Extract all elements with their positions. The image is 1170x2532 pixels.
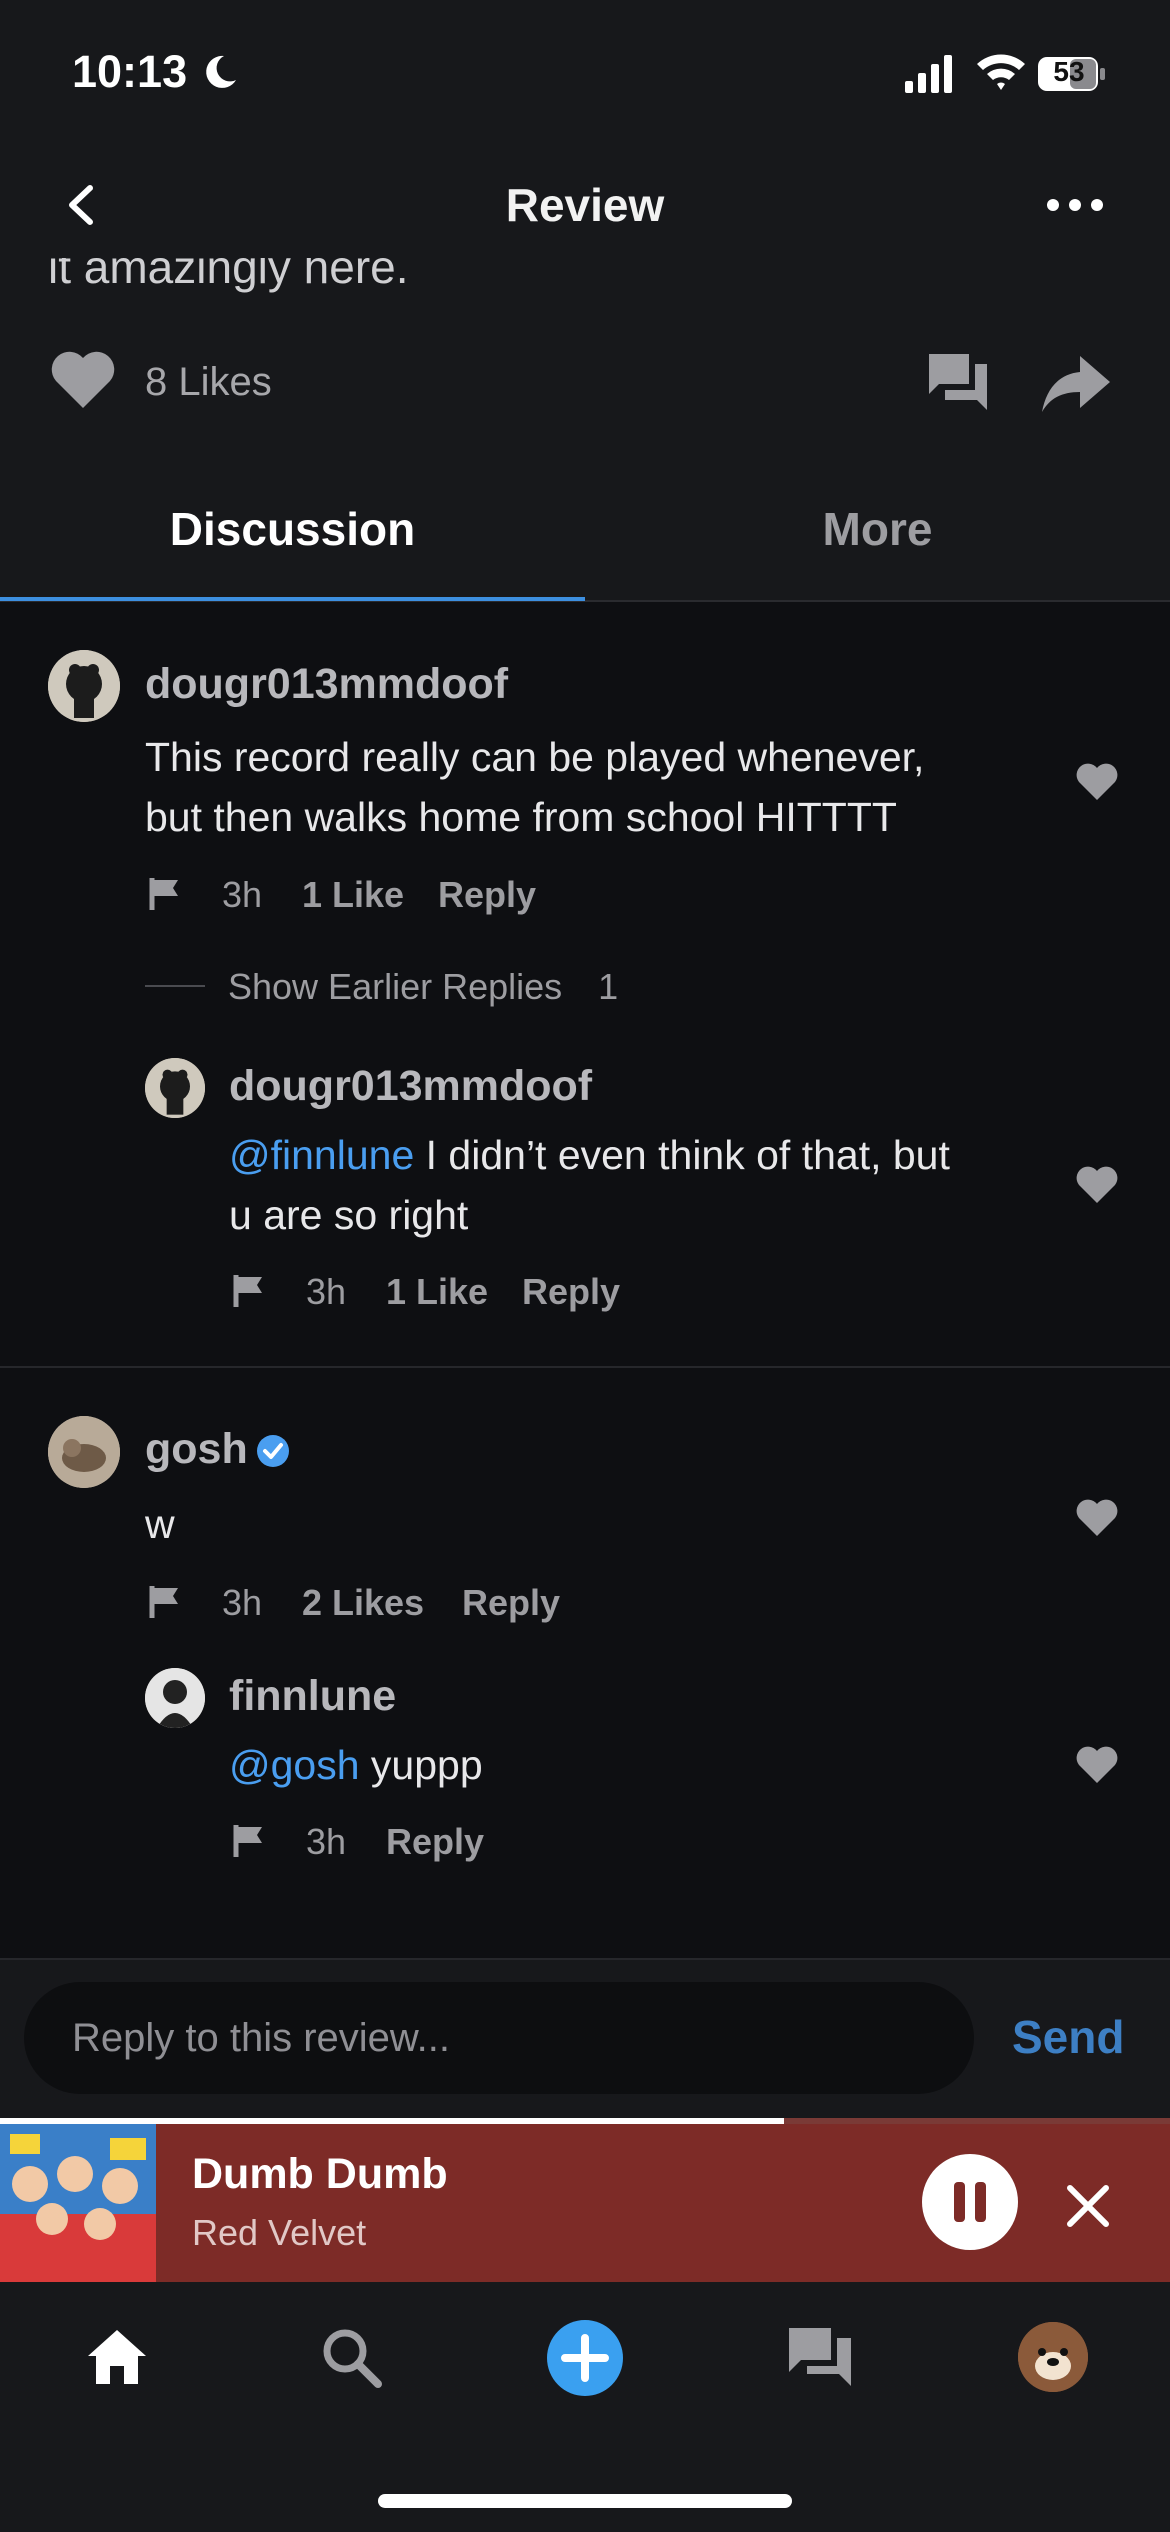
comment-text: This record really can be played wheneve… [145, 734, 925, 840]
review-text-clipped: it amazingly here. [48, 258, 409, 293]
comment-username[interactable]: gosh [145, 1425, 248, 1474]
review-likes-count[interactable]: 8 Likes [145, 360, 272, 405]
pause-icon [954, 2182, 986, 2222]
comment-username[interactable]: dougr013mmdoof [145, 660, 508, 709]
wifi-icon [977, 54, 1025, 90]
pause-button[interactable] [922, 2154, 1018, 2250]
add-icon[interactable] [545, 2318, 625, 2398]
reply-like-count[interactable]: 1 Like [386, 1271, 488, 1313]
tab-discussion[interactable]: Discussion [0, 502, 585, 556]
reply-heart-icon[interactable] [1075, 1165, 1119, 1205]
active-tab-indicator [0, 597, 585, 601]
profile-avatar[interactable] [1018, 2322, 1088, 2392]
close-icon[interactable] [1062, 2180, 1114, 2232]
reply-button[interactable]: Reply [386, 1821, 484, 1863]
comment-time: 3h [222, 874, 263, 915]
avatar[interactable] [48, 1416, 120, 1488]
share-arrow-icon[interactable] [1040, 352, 1112, 414]
status-time: 10:13 [72, 46, 188, 97]
reply-button[interactable]: Reply [462, 1582, 560, 1624]
track-artist[interactable]: Red Velvet [192, 2212, 366, 2254]
flag-icon[interactable] [148, 876, 184, 912]
comment-heart-icon[interactable] [1075, 762, 1119, 802]
comment-heart-icon[interactable] [1075, 1498, 1119, 1538]
more-options-icon[interactable] [1045, 195, 1105, 215]
mention-link[interactable]: @finnlune [229, 1132, 414, 1178]
home-indicator [378, 2494, 792, 2508]
show-earlier-line [145, 985, 205, 987]
battery-level: 53 [1053, 56, 1085, 87]
flag-icon[interactable] [148, 1584, 184, 1620]
reply-time: 3h [306, 1271, 347, 1312]
comment-like-count[interactable]: 2 Likes [302, 1582, 424, 1624]
reply-username[interactable]: finnlune [229, 1672, 396, 1721]
flag-icon[interactable] [232, 1823, 268, 1859]
tab-more[interactable]: More [585, 502, 1170, 556]
comment-like-count[interactable]: 1 Like [302, 874, 404, 916]
reply-text: @finnlune I didn’t even think of that, b… [229, 1132, 950, 1238]
avatar[interactable] [145, 1668, 205, 1728]
comment-text: w [145, 1501, 175, 1547]
like-heart-icon[interactable] [50, 350, 116, 410]
mention-link[interactable]: @gosh [229, 1742, 360, 1788]
flag-icon[interactable] [232, 1273, 268, 1309]
avatar[interactable] [48, 650, 120, 722]
avatar[interactable] [145, 1058, 205, 1118]
album-art [0, 2124, 156, 2282]
reply-time: 3h [306, 1821, 347, 1862]
send-button[interactable]: Send [1012, 2010, 1124, 2064]
verified-badge-icon [257, 1435, 289, 1467]
track-title[interactable]: Dumb Dumb [192, 2150, 448, 2199]
comment-divider [0, 1366, 1170, 1368]
show-earlier-replies[interactable]: Show Earlier Replies 1 [228, 966, 618, 1008]
page-title: Review [505, 179, 665, 231]
reply-button[interactable]: Reply [438, 874, 536, 916]
comments-icon[interactable] [925, 350, 991, 416]
search-icon[interactable] [316, 2322, 386, 2392]
reply-button[interactable]: Reply [522, 1271, 620, 1313]
reply-username[interactable]: dougr013mmdoof [229, 1062, 592, 1111]
chat-icon[interactable] [785, 2322, 855, 2392]
reply-heart-icon[interactable] [1075, 1745, 1119, 1785]
reply-text: @gosh yuppp [229, 1742, 483, 1788]
home-icon[interactable] [82, 2322, 152, 2392]
signal-icon [905, 55, 952, 93]
moon-icon [206, 55, 236, 88]
comment-time: 3h [222, 1582, 263, 1623]
reply-input[interactable] [24, 1982, 974, 2094]
